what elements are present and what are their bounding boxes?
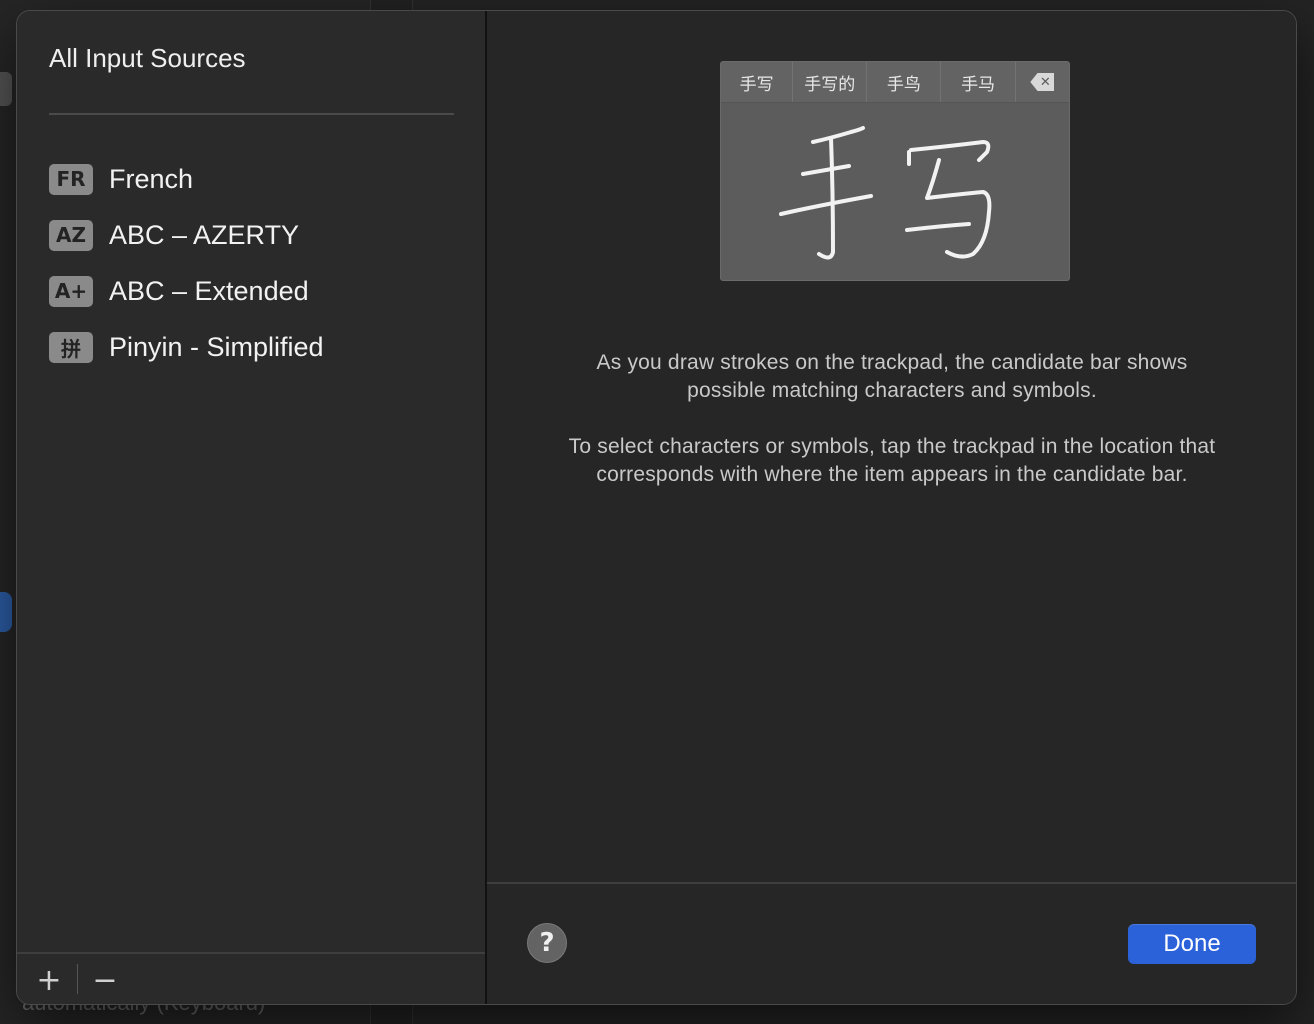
footer-divider (487, 882, 1296, 884)
description-paragraph: To select characters or symbols, tap the… (568, 435, 1216, 486)
handwritten-strokes (779, 126, 992, 260)
candidate-item: 手写的 (793, 62, 868, 102)
source-label: Pinyin - Simplified (109, 331, 324, 362)
candidate-item: 手马 (941, 62, 1016, 102)
source-item-abc-extended[interactable]: A+ ABC – Extended (49, 263, 459, 319)
sidebar-footer: + − (17, 952, 485, 1004)
background-icon (0, 72, 12, 106)
source-item-pinyin-simplified[interactable]: 拼 Pinyin - Simplified (49, 319, 459, 375)
add-source-button[interactable]: + (29, 962, 69, 998)
help-button[interactable]: ? (527, 923, 567, 963)
background-selection-indicator (0, 592, 12, 632)
source-label: French (109, 163, 194, 194)
source-detail-pane: 手写 手写的 手鸟 手马 ✕ As you draw strokes on th… (487, 11, 1296, 1004)
source-item-french[interactable]: FR French (49, 151, 459, 207)
handwriting-preview: 手写 手写的 手鸟 手马 ✕ (720, 61, 1070, 281)
candidate-bar: 手写 手写的 手鸟 手马 ✕ (721, 62, 1069, 103)
handwriting-description: As you draw strokes on the trackpad, the… (567, 349, 1217, 517)
source-badge: AZ (49, 219, 93, 251)
sidebar-title: All Input Sources (49, 43, 246, 73)
footer-separator (77, 964, 78, 994)
delete-key-icon: ✕ (1016, 62, 1069, 102)
input-sources-sheet: All Input Sources FR French AZ ABC – AZE… (16, 10, 1297, 1005)
source-item-abc-azerty[interactable]: AZ ABC – AZERTY (49, 207, 459, 263)
sidebar-divider (49, 113, 454, 115)
candidate-item: 手鸟 (867, 62, 942, 102)
candidate-item: 手写 (721, 62, 794, 102)
done-button[interactable]: Done (1128, 924, 1256, 964)
source-badge: FR (49, 163, 93, 195)
source-badge: 拼 (49, 331, 93, 363)
source-badge: A+ (49, 275, 93, 307)
input-sources-sidebar: All Input Sources FR French AZ ABC – AZE… (17, 11, 487, 1004)
remove-source-button[interactable]: − (85, 962, 125, 998)
description-paragraph: As you draw strokes on the trackpad, the… (596, 351, 1188, 402)
source-label: ABC – Extended (109, 275, 309, 306)
source-label: ABC – AZERTY (109, 219, 300, 250)
input-source-list: FR French AZ ABC – AZERTY A+ ABC – Exten… (49, 151, 459, 375)
